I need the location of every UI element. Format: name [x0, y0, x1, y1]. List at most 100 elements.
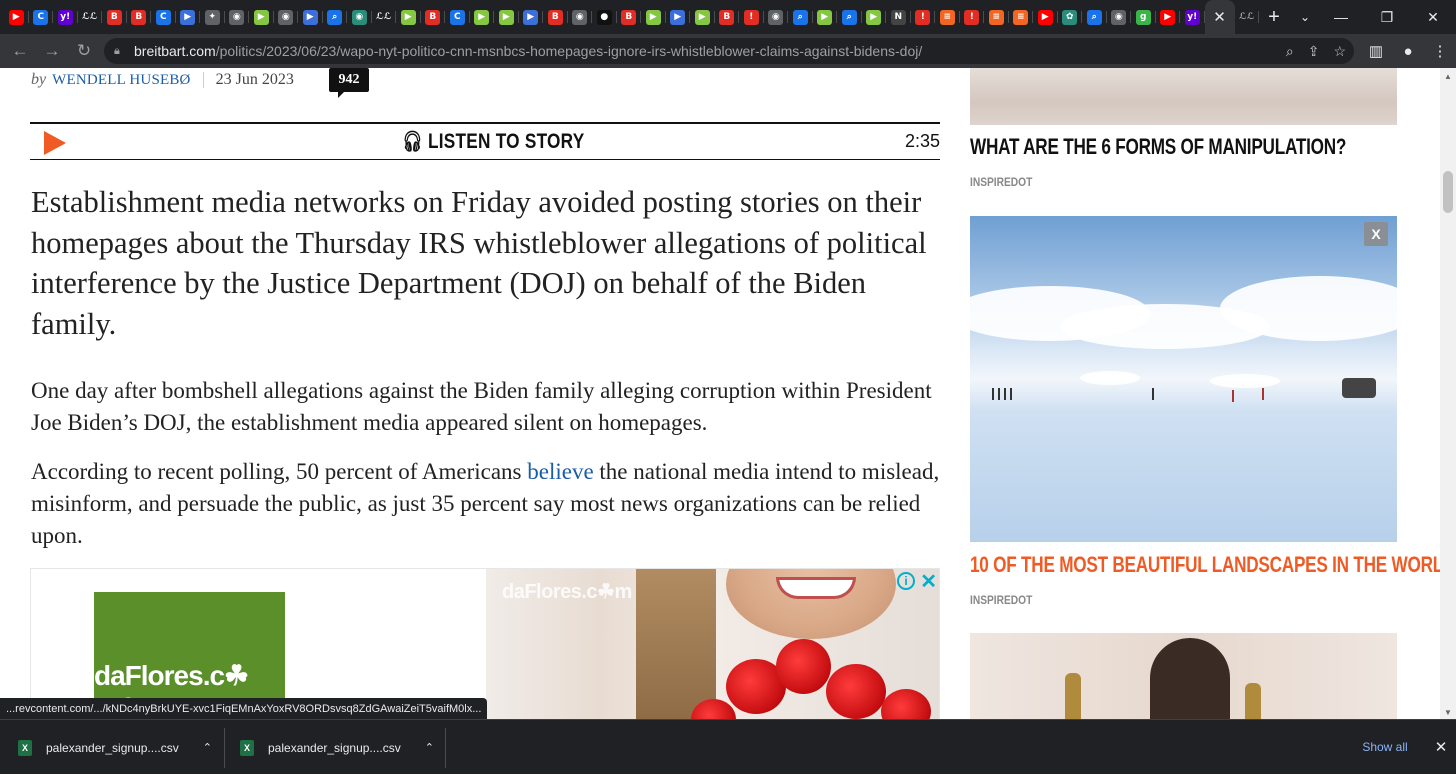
browser-tab[interactable]: C	[151, 0, 176, 34]
sidebar-card-title[interactable]: WHAT ARE THE 6 FORMS OF MANIPULATION?	[970, 134, 1346, 160]
browser-tab[interactable]: B	[715, 0, 740, 34]
author-link[interactable]: WENDELL HUSEBØ	[52, 72, 190, 89]
address-bar[interactable]: 🔒︎ breitbart.com/politics/2023/06/23/wap…	[104, 38, 1354, 64]
browser-tab[interactable]: ◉	[1107, 0, 1132, 34]
browser-tab[interactable]: ≡	[1009, 0, 1034, 34]
active-tab[interactable]: ✕	[1204, 0, 1235, 34]
web-page: by WENDELL HUSEBØ 23 Jun 2023 942 🎧︎ LIS…	[0, 68, 1440, 719]
browser-tab[interactable]: y!	[53, 0, 78, 34]
tab-search-chevron-icon[interactable]: ⌄	[1290, 0, 1320, 34]
ad-info-icon[interactable]: i	[897, 572, 915, 590]
article-lede: Establishment media networks on Friday a…	[31, 185, 927, 341]
download-item[interactable]: X palexander_signup....csv ⌃	[240, 720, 434, 775]
person-silhouette	[992, 388, 994, 400]
ad-close-icon[interactable]: ✕	[920, 569, 937, 594]
browser-tab[interactable]: ▶	[176, 0, 201, 34]
page-scrollbar[interactable]: ▲ ▼	[1440, 68, 1456, 719]
sidebar-card-image[interactable]: X	[970, 216, 1397, 542]
browser-tab[interactable]: ℒℒ	[372, 0, 397, 34]
browser-tab[interactable]: ⌕	[323, 0, 348, 34]
ll-icon: ℒℒ	[1239, 9, 1254, 25]
restore-button[interactable]: ❐	[1364, 0, 1410, 34]
browser-tab[interactable]: ⌕	[788, 0, 813, 34]
sidebar-card-image[interactable]	[970, 633, 1397, 719]
chevron-up-icon[interactable]: ⌃	[203, 741, 212, 754]
browser-tab[interactable]: ◉	[347, 0, 372, 34]
person-silhouette	[1004, 388, 1006, 400]
browser-tab[interactable]: C	[445, 0, 470, 34]
browser-tab[interactable]: ≡	[984, 0, 1009, 34]
ad-photo[interactable]: daFlores.c☘m	[486, 569, 939, 719]
browser-tab[interactable]: ▶	[396, 0, 421, 34]
advertisement[interactable]: daFlores.c☘m® daFlores.c☘m i ✕	[30, 568, 940, 719]
browser-tab[interactable]: ▶	[249, 0, 274, 34]
show-all-button[interactable]: Show all	[1352, 733, 1418, 761]
close-tab-icon[interactable]: ✕	[1213, 8, 1226, 26]
zoom-icon[interactable]: ⌕	[1286, 43, 1294, 60]
browser-tab[interactable]: ≡	[935, 0, 960, 34]
close-downloads-icon[interactable]: ✕	[1430, 733, 1452, 761]
menu-dots-icon[interactable]: ⋮	[1426, 37, 1454, 65]
browser-tab[interactable]: ▶	[1156, 0, 1181, 34]
tab-after-active[interactable]: ℒℒ	[1235, 0, 1260, 34]
browser-tab[interactable]: ▶	[862, 0, 887, 34]
sidebar-card-title[interactable]: 10 OF THE MOST BEAUTIFUL LANDSCAPES IN T…	[970, 552, 1440, 578]
lock-icon[interactable]: 🔒︎	[114, 45, 134, 58]
browser-tab[interactable]: y!	[1180, 0, 1205, 34]
browser-tab[interactable]: B	[127, 0, 152, 34]
chevron-up-icon[interactable]: ⌃	[425, 741, 434, 754]
side-panel-icon[interactable]: ▥	[1362, 37, 1390, 65]
profile-avatar-icon[interactable]: ●	[1394, 37, 1422, 65]
browser-tab[interactable]: ◉	[764, 0, 789, 34]
browser-tab[interactable]: ⌕	[837, 0, 862, 34]
minimize-button[interactable]: —	[1318, 0, 1364, 34]
scroll-thumb[interactable]	[1443, 171, 1453, 213]
browser-tab[interactable]: ✦	[200, 0, 225, 34]
browser-tab[interactable]: ▶	[4, 0, 29, 34]
ad-close-button[interactable]: X	[1364, 222, 1388, 246]
browser-tab[interactable]: ⌕	[1082, 0, 1107, 34]
browser-tab[interactable]: !	[960, 0, 985, 34]
browser-tab[interactable]: ▶	[519, 0, 544, 34]
browser-tab[interactable]: ▶	[666, 0, 691, 34]
bookmark-star-icon[interactable]: ☆	[1333, 43, 1346, 60]
back-arrow-icon[interactable]: ←	[4, 36, 36, 66]
browser-tab[interactable]: B	[102, 0, 127, 34]
believe-link[interactable]: believe	[527, 459, 593, 484]
browser-tab[interactable]: B	[421, 0, 446, 34]
share-icon[interactable]: ⇪	[1308, 43, 1320, 60]
browser-tab[interactable]: ◉	[225, 0, 250, 34]
scroll-down-arrow-icon[interactable]: ▼	[1444, 708, 1452, 717]
breitbart-icon: B	[131, 9, 147, 25]
browser-tab[interactable]: B	[543, 0, 568, 34]
browser-tab[interactable]: g	[1131, 0, 1156, 34]
browser-tab[interactable]: ▶	[470, 0, 495, 34]
browser-tab[interactable]: !	[911, 0, 936, 34]
browser-tab[interactable]: ▶	[298, 0, 323, 34]
browser-tab[interactable]: ✿	[1058, 0, 1083, 34]
browser-tab[interactable]: ▶	[1033, 0, 1058, 34]
browser-tab[interactable]: ●	[592, 0, 617, 34]
close-window-button[interactable]: ✕	[1410, 0, 1456, 34]
browser-tab[interactable]: ▶	[494, 0, 519, 34]
browser-tab[interactable]: ▶	[641, 0, 666, 34]
article-paragraph: According to recent polling, 50 percent …	[31, 456, 941, 552]
browser-tab[interactable]: ▶	[813, 0, 838, 34]
browser-tab[interactable]: ◉	[568, 0, 593, 34]
new-tab-button[interactable]: +	[1259, 0, 1289, 34]
forward-arrow-icon[interactable]: →	[36, 36, 68, 66]
browser-tab[interactable]: ℒℒ	[78, 0, 103, 34]
browser-tab[interactable]: ▶	[690, 0, 715, 34]
play-icon[interactable]	[44, 131, 66, 155]
download-item[interactable]: X palexander_signup....csv ⌃	[18, 720, 212, 775]
browser-tab[interactable]: !	[739, 0, 764, 34]
browser-tab[interactable]: C	[29, 0, 54, 34]
browser-tab[interactable]: ◉	[274, 0, 299, 34]
comment-count-badge[interactable]: 942	[329, 68, 369, 98]
reload-icon[interactable]: ↻	[68, 36, 100, 66]
listen-label: LISTEN TO STORY	[427, 129, 585, 153]
scroll-up-arrow-icon[interactable]: ▲	[1444, 72, 1452, 81]
sidebar-card-image[interactable]	[970, 68, 1397, 125]
browser-tab[interactable]: B	[617, 0, 642, 34]
browser-tab[interactable]: N	[886, 0, 911, 34]
